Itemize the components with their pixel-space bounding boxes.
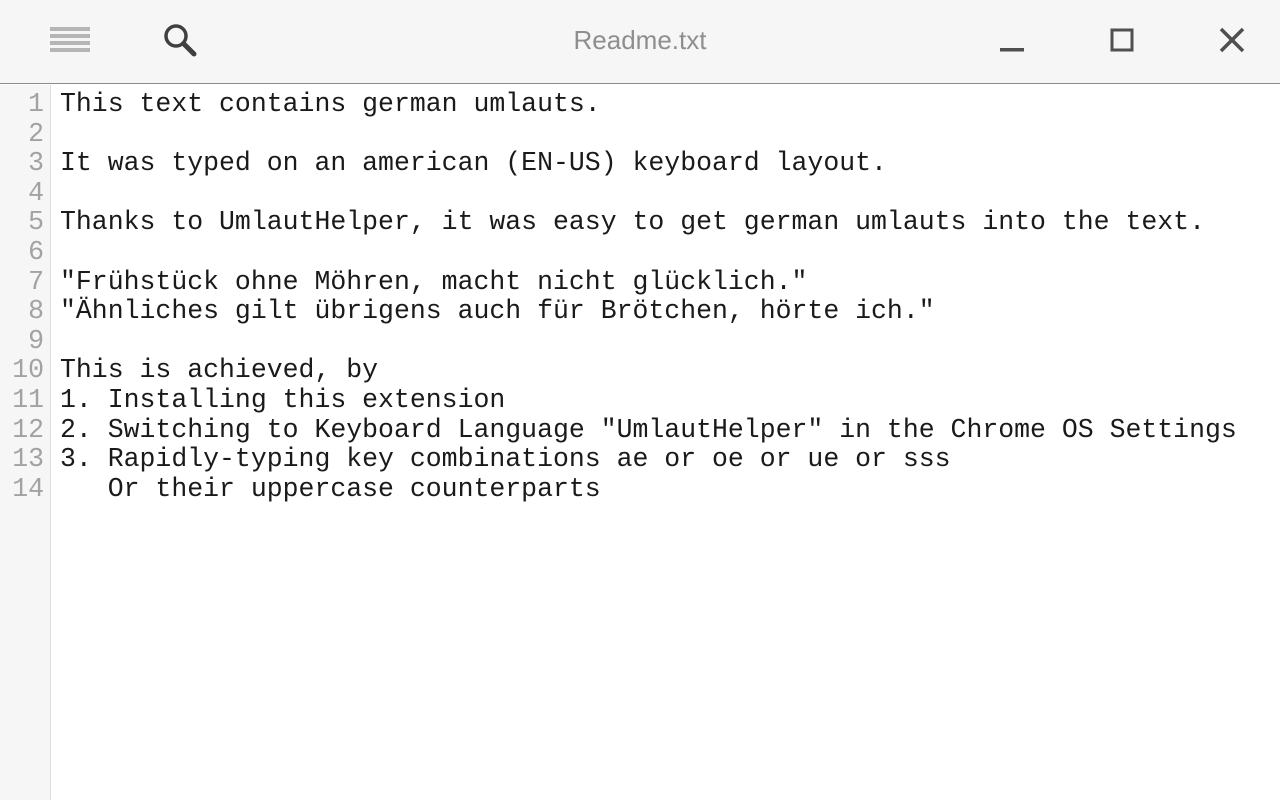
editor-line: 11 1. Installing this extension bbox=[0, 384, 1280, 416]
search-icon bbox=[164, 24, 197, 57]
editor-line: 14 Or their uppercase counterparts bbox=[0, 473, 1280, 505]
editor-line: 8 "Ähnliches gilt übrigens auch für Brötc… bbox=[0, 297, 1280, 327]
text-editor-area[interactable]: 1 This text contains german umlauts. 2 3I… bbox=[0, 89, 1280, 505]
line-number: 8 bbox=[28, 296, 44, 327]
maximize-button[interactable] bbox=[1092, 12, 1152, 68]
editor-line: 5 Thanks to UmlautHelper, it was easy to … bbox=[0, 208, 1280, 238]
line-text[interactable]: 3. Rapidly-typing key combinations ae or… bbox=[60, 445, 951, 475]
line-number: 9 bbox=[28, 325, 44, 356]
line-number: 11 bbox=[12, 384, 44, 415]
close-button[interactable] bbox=[1202, 12, 1262, 68]
minimize-icon bbox=[1000, 48, 1024, 52]
window-title: Readme.txt bbox=[573, 25, 707, 55]
editor-line: 12 2. Switching to Keyboard Language "Uml… bbox=[0, 414, 1280, 446]
close-icon bbox=[1219, 27, 1245, 53]
editor-line: 4 bbox=[0, 177, 1280, 209]
line-number: 4 bbox=[28, 177, 44, 208]
editor-line: 10 This is achieved, by bbox=[0, 356, 1280, 386]
line-number: 5 bbox=[28, 207, 44, 238]
line-number: 10 bbox=[12, 355, 44, 386]
line-number: 12 bbox=[12, 414, 44, 445]
hamburger-menu-icon bbox=[50, 27, 90, 52]
line-number: 6 bbox=[28, 236, 44, 267]
line-text[interactable]: "Frühstück ohne Möhren, macht nicht glüc… bbox=[60, 267, 807, 298]
editor-line: 3 It was typed on an american (EN-US) key… bbox=[0, 149, 1280, 179]
line-number: 1 bbox=[28, 89, 44, 119]
editor-line: 6 bbox=[0, 236, 1280, 268]
text-editor-window: Readme.txt 1 This text contains german um… bbox=[0, 0, 1280, 800]
search-button[interactable] bbox=[150, 12, 210, 68]
line-text[interactable]: Or their uppercase counterparts bbox=[60, 474, 601, 505]
line-number: 14 bbox=[12, 473, 44, 504]
menu-button[interactable] bbox=[40, 12, 100, 68]
line-text[interactable]: This text contains german umlauts. bbox=[60, 89, 601, 120]
line-number: 2 bbox=[28, 118, 44, 149]
editor-line: 13 3. Rapidly-typing key combinations ae … bbox=[0, 445, 1280, 475]
line-text[interactable]: This is achieved, by bbox=[60, 356, 378, 386]
line-text[interactable]: 1. Installing this extension bbox=[60, 385, 505, 416]
line-number: 3 bbox=[28, 148, 44, 179]
editor-line: 9 bbox=[0, 325, 1280, 357]
minimize-button[interactable] bbox=[982, 12, 1042, 68]
editor-line: 2 bbox=[0, 118, 1280, 150]
maximize-icon bbox=[1110, 28, 1134, 52]
line-text[interactable]: Thanks to UmlautHelper, it was easy to g… bbox=[60, 208, 1205, 238]
line-number: 13 bbox=[12, 444, 44, 475]
title-bar: Readme.txt bbox=[0, 0, 1280, 84]
line-text[interactable]: It was typed on an american (EN-US) keyb… bbox=[60, 149, 887, 179]
line-number: 7 bbox=[28, 266, 44, 297]
editor-line: 7 "Frühstück ohne Möhren, macht nicht glü… bbox=[0, 266, 1280, 298]
line-text[interactable]: 2. Switching to Keyboard Language "Umlau… bbox=[60, 415, 1237, 446]
editor-line: 1 This text contains german umlauts. bbox=[0, 89, 1280, 120]
line-text[interactable]: "Ähnliches gilt übrigens auch für Brötch… bbox=[60, 297, 935, 327]
